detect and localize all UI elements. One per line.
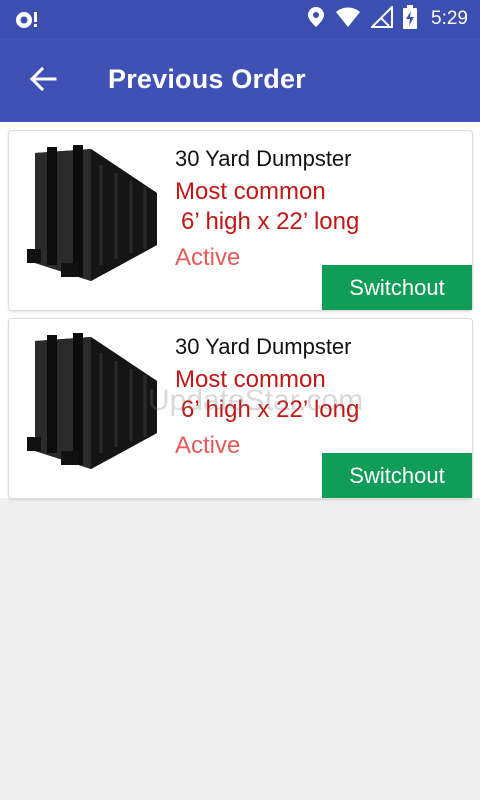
page-title: Previous Order — [108, 64, 306, 94]
order-title: 30 Yard Dumpster — [175, 146, 352, 171]
switchout-button[interactable]: Switchout — [322, 265, 472, 310]
wifi-icon — [335, 6, 361, 33]
order-status: Active — [175, 244, 241, 271]
dumpster-image — [21, 145, 161, 281]
order-status: Active — [175, 432, 241, 459]
status-time: 5:29 — [431, 8, 468, 29]
location-icon — [307, 6, 325, 33]
notification-badge-icon — [14, 8, 40, 30]
order-list: 30 Yard Dumpster Most common 6’ high x 2… — [0, 122, 480, 499]
dumpster-image — [21, 333, 161, 469]
back-button[interactable] — [22, 58, 64, 100]
order-dimensions: 6’ high x 22’ long — [181, 396, 360, 423]
order-title: 30 Yard Dumpster — [175, 334, 352, 359]
status-bar: 5:29 — [0, 0, 480, 38]
app-bar: Previous Order — [0, 38, 480, 122]
order-card: 30 Yard Dumpster Most common 6’ high x 2… — [8, 130, 473, 311]
arrow-left-icon — [29, 66, 57, 92]
order-description: Most common — [175, 178, 326, 205]
order-description: Most common — [175, 366, 326, 393]
signal-icon — [369, 4, 394, 33]
order-card: 30 Yard Dumpster Most common 6’ high x 2… — [8, 318, 473, 499]
battery-charging-icon — [403, 4, 418, 34]
order-dimensions: 6’ high x 22’ long — [181, 208, 360, 235]
switchout-button[interactable]: Switchout — [322, 453, 472, 498]
